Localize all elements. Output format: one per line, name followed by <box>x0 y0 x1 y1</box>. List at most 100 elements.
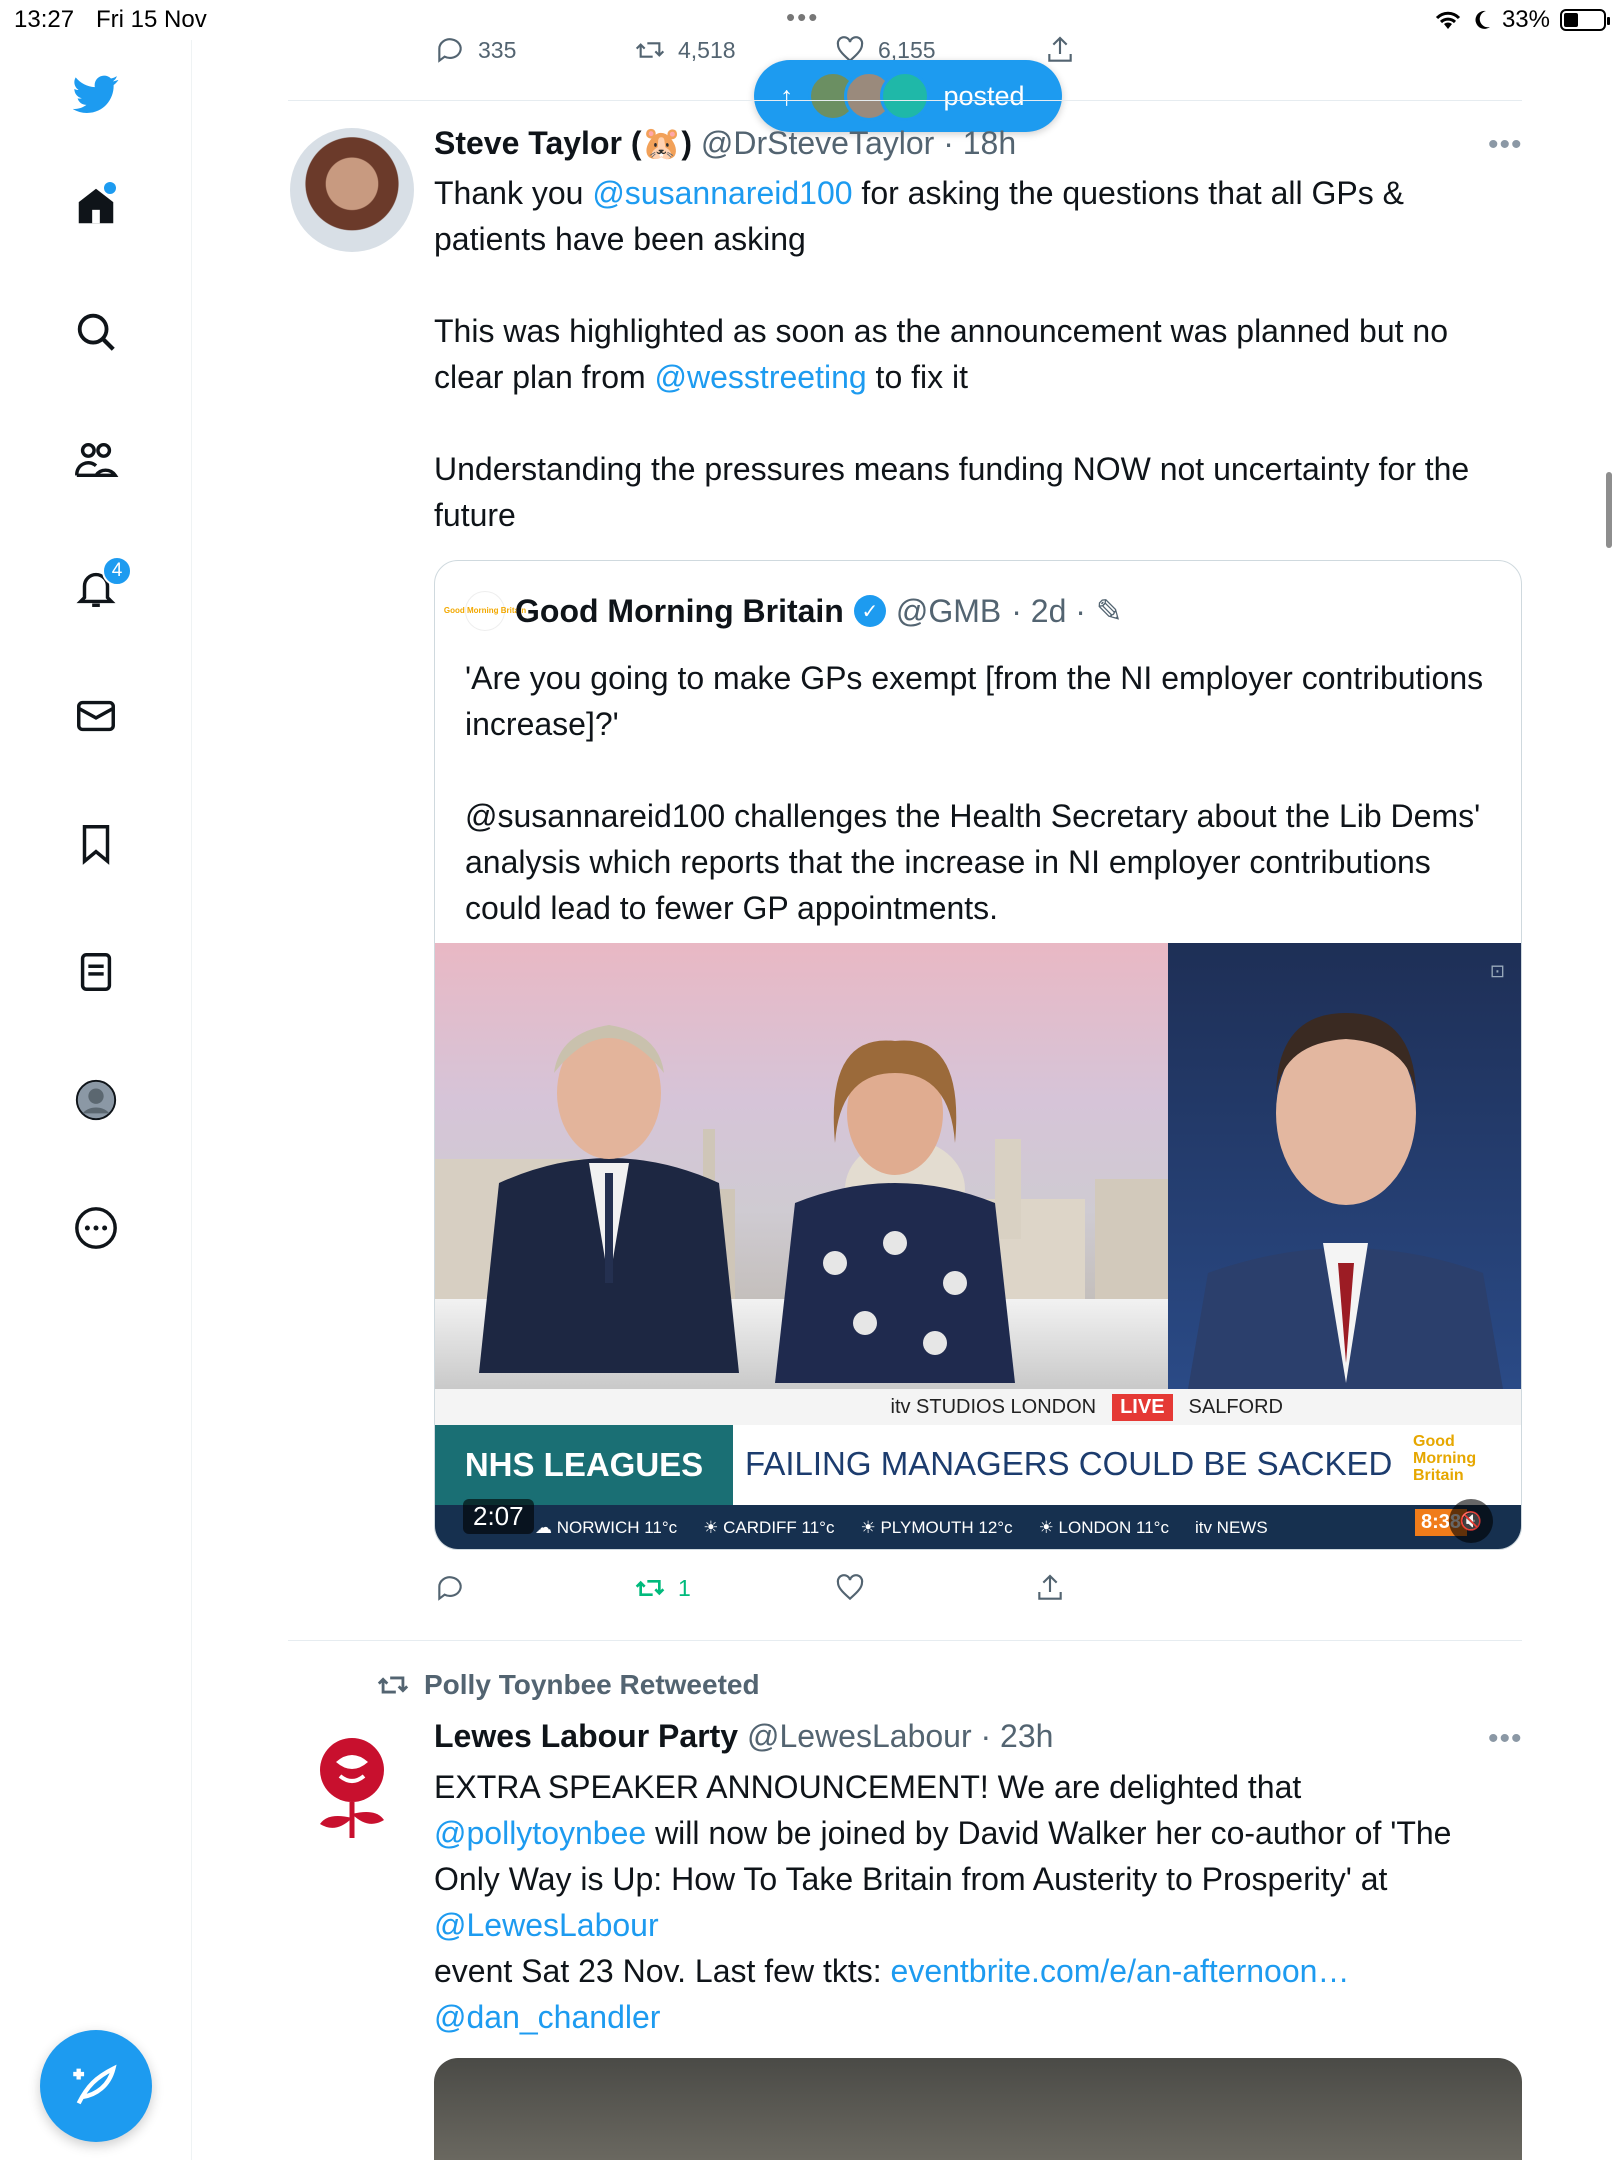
tweet-paragraph: This was highlighted as soon as the anno… <box>434 308 1514 400</box>
home-new-dot <box>104 182 116 194</box>
video-player[interactable]: ⊡ itv STUDIOS LONDON LIVE SALFORD NHS LE… <box>435 943 1521 1549</box>
communities-icon[interactable] <box>66 430 126 490</box>
status-time: 13:27 <box>14 6 75 33</box>
studios-label: itv STUDIOS LONDON <box>890 1395 1097 1418</box>
quote-author-name[interactable]: Good Morning Britain <box>515 593 844 630</box>
video-remote-guest: ⊡ <box>1168 943 1521 1389</box>
pill-avatar <box>879 71 930 121</box>
twitter-logo-icon[interactable] <box>66 64 126 124</box>
presenter-figure <box>775 1040 1015 1383</box>
tweet-more-icon[interactable]: ••• <box>1488 128 1523 162</box>
tweet-body: Thank you @susannareid100 for asking the… <box>434 170 1514 538</box>
tweet-media-image[interactable] <box>434 2058 1522 2160</box>
retweet-icon <box>635 42 665 58</box>
tweet-text: EXTRA SPEAKER ANNOUNCEMENT! We are delig… <box>434 1769 1302 1805</box>
tweet-actions: 1 <box>434 1572 1066 1604</box>
mention-link[interactable]: @susannareid100 <box>592 175 852 211</box>
tweet-divider <box>288 1640 1522 1641</box>
author-handle[interactable]: @LewesLabour <box>747 1718 972 1754</box>
tweet-paragraph: event Sat 23 Nov. Last few tkts: eventbr… <box>434 1948 1514 1994</box>
new-posts-pill[interactable]: ↑ posted <box>754 60 1062 132</box>
search-icon[interactable] <box>66 302 126 362</box>
moon-icon <box>1475 10 1490 29</box>
quote-header: Good Morning Britain Good Morning Britai… <box>444 591 1123 631</box>
new-posts-label: posted <box>943 80 1025 111</box>
retweeted-by-label: Polly Toynbee Retweeted <box>424 1669 760 1700</box>
mute-icon[interactable]: 🔇 <box>1449 1499 1493 1543</box>
quote-handle[interactable]: @GMB <box>896 593 1001 630</box>
author-name[interactable]: Lewes Labour Party <box>434 1718 738 1754</box>
edited-pencil-icon: ✎ <box>1095 593 1123 629</box>
author-handle[interactable]: @DrSteveTaylor <box>701 125 934 161</box>
location-strip: itv STUDIOS LONDON LIVE SALFORD <box>435 1389 1521 1425</box>
labour-rose-logo-icon <box>320 1738 384 1838</box>
tweet-text: to fix it <box>866 359 969 395</box>
notifications-badge: 4 <box>102 556 132 586</box>
arrow-up-icon: ↑ <box>780 80 794 111</box>
bookmarks-icon[interactable] <box>66 814 126 874</box>
tweet-paragraph: @dan_chandler <box>434 1994 1514 2040</box>
profile-avatar-icon[interactable] <box>66 1070 126 1130</box>
compose-feather-icon <box>73 2064 117 2105</box>
guest-figure <box>1188 1013 1503 1389</box>
more-options-icon[interactable] <box>66 1198 126 1258</box>
tweet-header: Lewes Labour Party @LewesLabour · 23h <box>434 1718 1053 1755</box>
pill-avatars <box>807 71 930 121</box>
quote-time[interactable]: · 2d · <box>1011 593 1086 630</box>
weather-item: itv NEWS <box>1194 1518 1268 1537</box>
mention-link[interactable]: @LewesLabour <box>434 1907 659 1943</box>
share-icon <box>1038 1574 1062 1600</box>
home-icon[interactable] <box>66 176 126 236</box>
lists-icon[interactable] <box>66 942 126 1002</box>
messages-envelope-icon[interactable] <box>66 686 126 746</box>
verified-badge-icon: ✓ <box>853 595 886 627</box>
ticker-headline: FAILING MANAGERS COULD BE SACKED <box>745 1445 1393 1482</box>
tweet-author-avatar[interactable] <box>290 1718 414 1842</box>
gmb-avatar[interactable]: Good Morning Britain <box>444 591 526 631</box>
gmb-logo-overlay: Good Morning Britain <box>1413 1433 1477 1484</box>
scrollbar[interactable] <box>1606 472 1612 548</box>
status-date: Fri 15 Nov <box>96 6 207 33</box>
retweet-icon <box>635 1580 665 1596</box>
reply-button[interactable]: 335 <box>434 34 634 66</box>
wifi-icon <box>1435 11 1461 29</box>
caption-icon[interactable]: ⊡ <box>1490 961 1505 982</box>
notifications-bell-icon[interactable]: 4 <box>66 556 132 618</box>
retweet-count: 4,518 <box>678 36 736 63</box>
mention-link[interactable]: @wesstreeting <box>655 359 867 395</box>
url-link[interactable]: eventbrite.com/e/an-afternoon… <box>891 1953 1350 1989</box>
quote-body: 'Are you going to make GPs exempt [from … <box>465 655 1495 931</box>
like-button[interactable] <box>834 1572 1034 1604</box>
heart-icon <box>836 1574 864 1601</box>
retweet-button[interactable]: 1 <box>634 1572 834 1604</box>
reply-button[interactable] <box>434 1572 634 1604</box>
video-duration: 2:07 <box>463 1499 534 1534</box>
video-studio-scene <box>435 943 1168 1389</box>
tweet-paragraph: EXTRA SPEAKER ANNOUNCEMENT! We are delig… <box>434 1764 1514 1948</box>
weather-item: ☀ LONDON 11°c <box>1038 1518 1169 1537</box>
tweet-divider <box>288 100 1522 101</box>
tweet-body: EXTRA SPEAKER ANNOUNCEMENT! We are delig… <box>434 1764 1514 2040</box>
news-ticker-headline: NHS LEAGUES FAILING MANAGERS COULD BE SA… <box>435 1425 1521 1505</box>
mention-link[interactable]: @pollytoynbee <box>434 1815 646 1851</box>
quoted-tweet-card[interactable]: Good Morning Britain Good Morning Britai… <box>434 560 1522 1550</box>
live-badge: LIVE <box>1112 1393 1173 1421</box>
author-name[interactable]: Steve Taylor (🐹) <box>434 125 692 161</box>
battery-percent: 33% <box>1501 6 1550 33</box>
salford-label: SALFORD <box>1188 1395 1283 1418</box>
tweet-more-icon[interactable]: ••• <box>1488 1722 1523 1756</box>
retweet-icon <box>377 1676 409 1694</box>
multitasking-dots-icon[interactable]: ••• <box>786 2 819 33</box>
retweet-count: 1 <box>678 1574 691 1601</box>
compose-tweet-button[interactable] <box>40 2030 152 2142</box>
mention-link[interactable]: @dan_chandler <box>434 1999 660 2035</box>
share-button[interactable] <box>1044 34 1076 66</box>
tweet-time[interactable]: · 18h <box>943 125 1016 161</box>
tweet-time[interactable]: · 23h <box>981 1718 1054 1754</box>
retweeted-by-row[interactable]: Polly Toynbee Retweeted <box>376 1668 760 1702</box>
reply-count: 335 <box>478 36 517 63</box>
ticker-section: NHS LEAGUES <box>435 1425 733 1505</box>
tweet-author-avatar[interactable] <box>290 128 414 252</box>
weather-ticker: ☁ NORWICH 11°c ☀ CARDIFF 11°c ☀ PLYMOUTH… <box>435 1505 1521 1549</box>
share-button[interactable] <box>1034 1572 1066 1604</box>
